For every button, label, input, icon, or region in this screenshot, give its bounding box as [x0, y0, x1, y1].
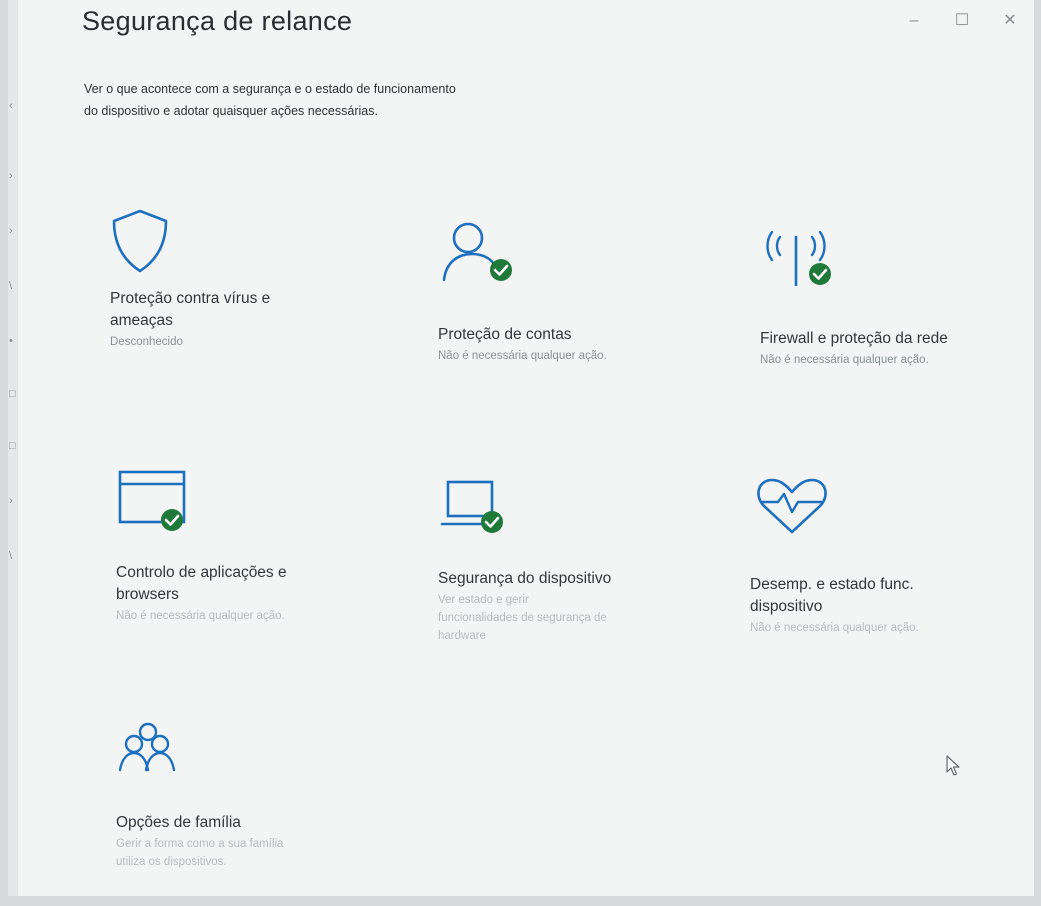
tile-status-line: funcionalidades de segurança de	[438, 612, 607, 624]
tile-title: Proteção de contas	[438, 326, 572, 343]
page-title: Segurança de relance	[82, 6, 353, 36]
mouse-pointer-icon	[946, 755, 960, 782]
account-icon	[438, 218, 528, 298]
shield-icon	[110, 208, 200, 288]
check-badge-icon	[481, 511, 503, 533]
tile-device-performance-health[interactable]: Desemp. e estado func. dispositivo Não é…	[750, 472, 1034, 637]
tile-status: Não é necessária qualquer ação.	[438, 350, 607, 362]
shield-icon-graphic	[112, 209, 168, 273]
tile-title: Opções de família	[116, 814, 241, 831]
tile-status-line: hardware	[438, 630, 486, 642]
tile-app-browser-control[interactable]: Controlo de aplicações e browsers Não é …	[116, 468, 406, 625]
app-browser-window-icon-graphic	[118, 470, 186, 531]
maximize-button[interactable]: ☐	[942, 6, 982, 36]
tile-family-options[interactable]: Opções de família Gerir a forma como a s…	[116, 720, 406, 871]
nav-item-icon[interactable]: ›	[9, 225, 13, 237]
check-badge-icon	[809, 263, 831, 285]
heart-pulse-icon-graphic	[757, 478, 827, 534]
tile-status: Gerir a forma como a sua família utiliza…	[116, 835, 406, 871]
firewall-antenna-icon-graphic	[766, 230, 831, 286]
close-button[interactable]: ✕	[990, 6, 1030, 36]
nav-item-icon[interactable]: ›	[9, 495, 13, 507]
account-icon-graphic	[442, 222, 512, 282]
tile-device-security[interactable]: Segurança do dispositivo Ver estado e ge…	[438, 478, 728, 645]
tile-firewall-network-protection[interactable]: Firewall e proteção da rede Não é necess…	[760, 218, 1034, 369]
tile-title: Desemp. e estado func. dispositivo	[750, 574, 1034, 618]
subtitle-line: do dispositivo e adotar quaisquer ações …	[84, 104, 378, 118]
minimize-button[interactable]: –	[894, 6, 934, 36]
tile-status-line: Ver estado e gerir	[438, 594, 529, 606]
tile-title-line: Proteção contra vírus e	[110, 290, 271, 307]
nav-item-icon[interactable]: □	[9, 440, 16, 452]
tile-title-line: dispositivo	[750, 598, 823, 615]
tile-status: Não é necessária qualquer ação.	[760, 354, 929, 366]
laptop-icon-graphic	[440, 480, 503, 533]
subtitle-line: Ver o que acontece com a segurança e o e…	[84, 82, 456, 96]
nav-item-icon[interactable]: •	[9, 335, 13, 347]
heart-pulse-icon	[750, 472, 840, 552]
nav-item-icon[interactable]: \	[9, 550, 12, 562]
nav-item-icon[interactable]: ‹	[9, 100, 13, 112]
tile-title: Segurança do dispositivo	[438, 570, 612, 587]
app-browser-window-icon	[116, 468, 206, 548]
tile-status: Não é necessária qualquer ação.	[750, 622, 919, 634]
tile-title-line: Desemp. e estado func.	[750, 576, 914, 593]
tile-title-line: ameaças	[110, 312, 173, 329]
nav-item-icon[interactable]: ›	[9, 170, 13, 182]
tile-status: Ver estado e gerir funcionalidades de se…	[438, 591, 728, 645]
firewall-antenna-icon	[760, 218, 850, 298]
tile-status: Desconhecido	[110, 336, 183, 348]
left-nav-rail[interactable]: ‹ › › \ • □ □ › \	[8, 0, 18, 896]
mouse-pointer-graphic	[946, 755, 960, 776]
tile-status-line: Gerir a forma como a sua família	[116, 838, 284, 850]
tile-account-protection[interactable]: Proteção de contas Não é necessária qual…	[438, 218, 728, 365]
check-badge-icon	[490, 259, 512, 281]
page-subtitle: Ver o que acontece com a segurança e o e…	[84, 78, 644, 122]
tile-status-line: utiliza os dispositivos.	[116, 856, 227, 868]
nav-item-icon[interactable]: □	[9, 388, 16, 400]
family-icon	[116, 720, 206, 800]
tile-title-line: Controlo de aplicações e	[116, 564, 287, 581]
check-badge-icon	[161, 509, 183, 531]
laptop-icon	[438, 478, 528, 558]
tile-status: Não é necessária qualquer ação.	[116, 610, 285, 622]
tile-title: Firewall e proteção da rede	[760, 330, 948, 347]
security-app-window: ‹ › › \ • □ □ › \ Segurança de relance V…	[8, 0, 1034, 896]
nav-item-icon[interactable]: \	[9, 280, 12, 292]
tile-title: Controlo de aplicações e browsers	[116, 562, 406, 606]
tile-title-line: browsers	[116, 586, 179, 603]
family-icon-graphic	[118, 722, 176, 772]
tile-virus-threat-protection[interactable]: Proteção contra vírus e ameaças Desconhe…	[110, 208, 400, 351]
tile-title: Proteção contra vírus e ameaças	[110, 288, 400, 332]
